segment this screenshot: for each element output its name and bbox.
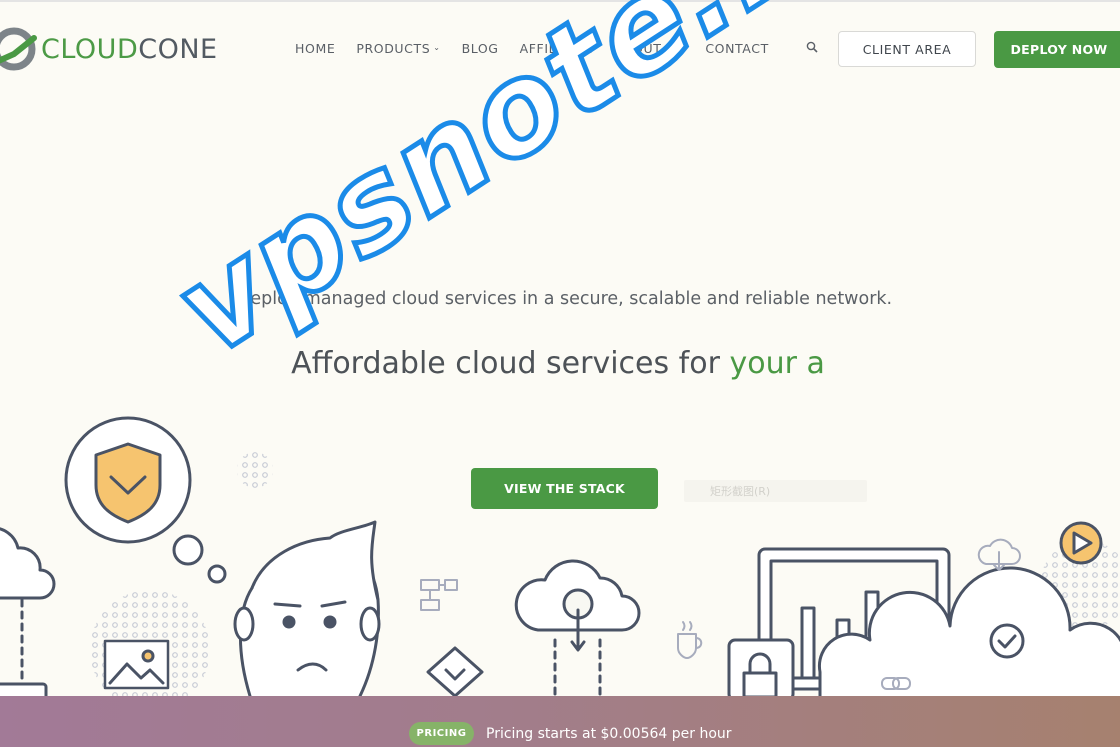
client-area-button[interactable]: CLIENT AREA [838,31,976,67]
pricing-text[interactable]: Pricing starts at $0.00564 per hour [486,726,732,742]
play-icon [1059,521,1103,565]
pricing-bar: PRICING Pricing starts at $0.00564 per h… [0,696,1120,747]
deploy-now-button[interactable]: DEPLOY NOW [994,31,1120,68]
search-icon[interactable] [806,41,818,53]
flowchart-icon [420,579,458,611]
cloud-download-icon [977,538,1021,571]
logo-wordmark-cone: CONE [138,33,218,65]
pricing-badge: PRICING [409,722,474,745]
person-illustration [233,520,381,696]
screenshot-tool-hint: 矩形截图(R) [684,480,867,502]
nav-about-us[interactable]: ABOUT US [615,41,684,56]
top-border [0,0,1120,2]
view-the-stack-button[interactable]: VIEW THE STACK [471,468,658,509]
hero-subtitle: Deploy managed cloud services in a secur… [236,289,893,309]
shield-icon [94,442,162,524]
nav-contact[interactable]: CONTACT [705,41,768,56]
logo-icon [0,27,37,71]
nav-products[interactable]: PRODUCTS ⌄ [356,41,440,56]
logo[interactable]: CLOUDCONE [0,26,218,72]
coffee-icon [677,621,703,659]
nav-home-label: HOME [295,41,336,56]
nav-affiliates-label: AFFILIATES [519,41,594,56]
nav-contact-label: CONTACT [705,41,769,56]
nav-blog-label: BLOG [461,41,499,56]
hero-illustration [0,416,1120,696]
main-nav: HOME PRODUCTS ⌄ BLOG AFFILIATES ABOUT US… [295,41,790,56]
nav-about-us-label: ABOUT US [614,41,685,56]
logo-wordmark: CLOUDCONE [41,36,218,63]
hero-title: Affordable cloud services for your a [0,346,1116,381]
logo-wordmark-cloud: CLOUD [41,33,139,65]
nav-products-label: PRODUCTS [356,41,431,56]
nav-home[interactable]: HOME [295,41,335,56]
lock-icon [727,638,795,696]
image-icon [103,639,170,690]
hero-title-accent: your a [729,346,825,381]
chevron-down-icon: ⌄ [433,43,441,52]
left-cloud-icon [0,527,56,696]
cloud-upload-icon [514,559,641,696]
nav-affiliates[interactable]: AFFILIATES [520,41,594,56]
diamond-icon [426,646,484,696]
nav-blog[interactable]: BLOG [462,41,499,56]
hero-title-main: Affordable cloud services for [291,346,730,381]
